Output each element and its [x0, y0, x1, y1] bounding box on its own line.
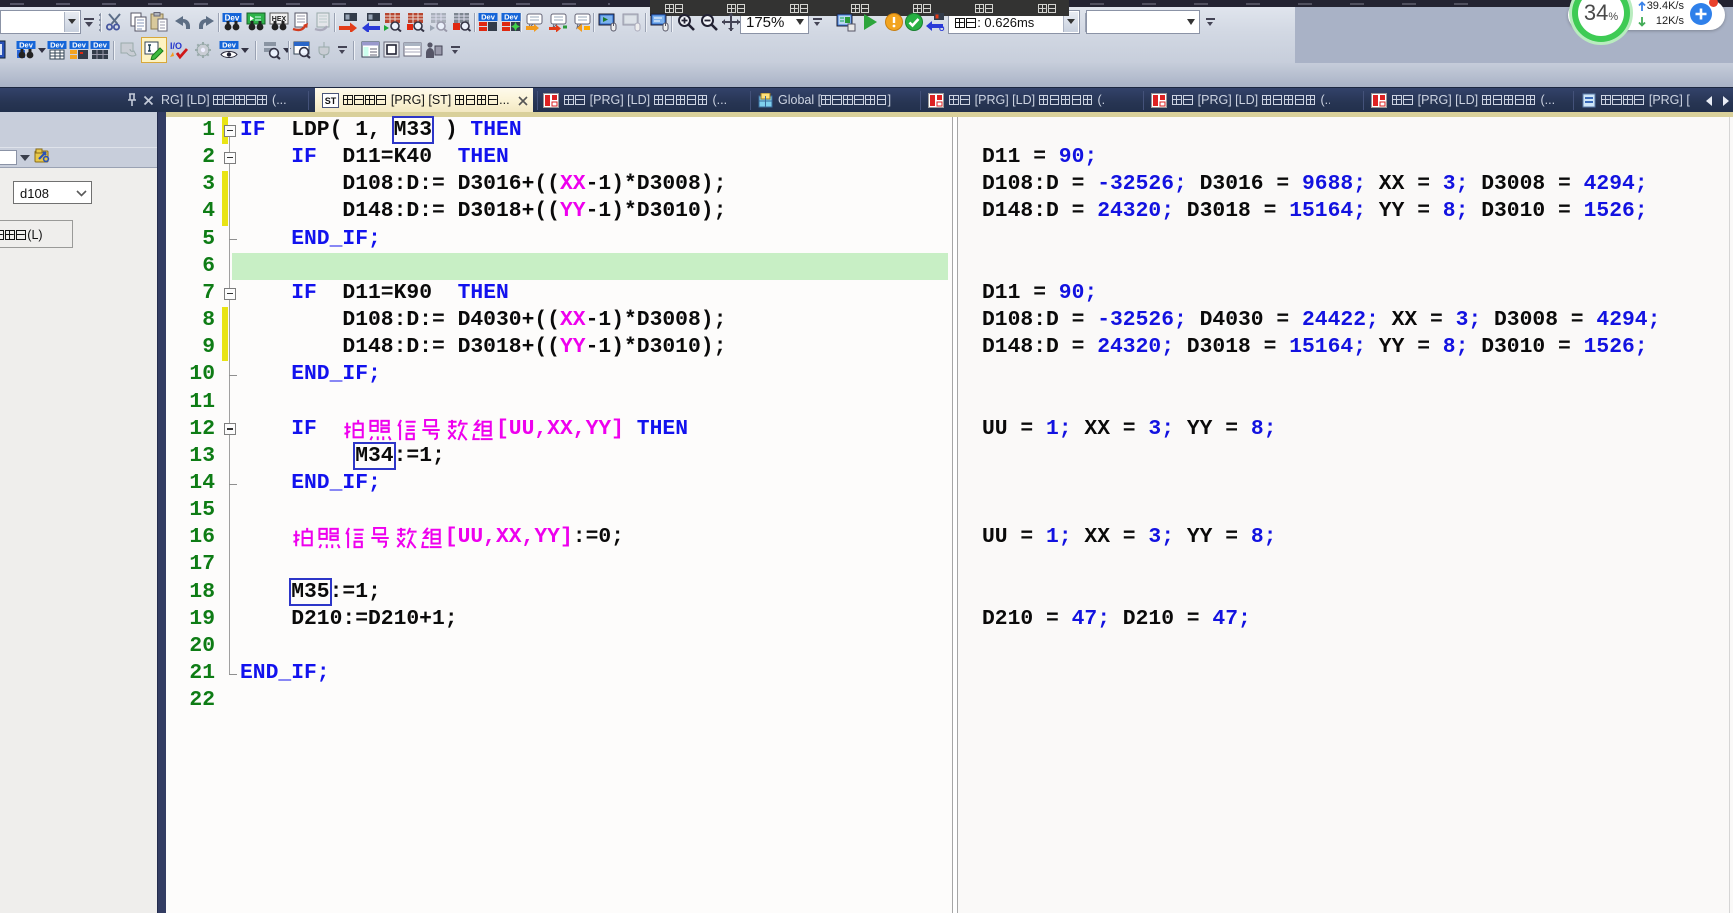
svg-text:OK: OK: [939, 26, 945, 32]
svg-text:Dev: Dev: [93, 41, 108, 50]
svg-text:Dev: Dev: [481, 13, 496, 22]
svg-text:Dev: Dev: [50, 41, 65, 50]
svg-text:Dev: Dev: [72, 41, 87, 50]
svg-text:Dev: Dev: [19, 41, 34, 50]
svg-text:Dev: Dev: [222, 41, 237, 50]
svg-text:Dev: Dev: [504, 13, 519, 22]
svg-text:ST: ST: [325, 96, 337, 106]
svg-text:I/O: I/O: [170, 41, 182, 51]
